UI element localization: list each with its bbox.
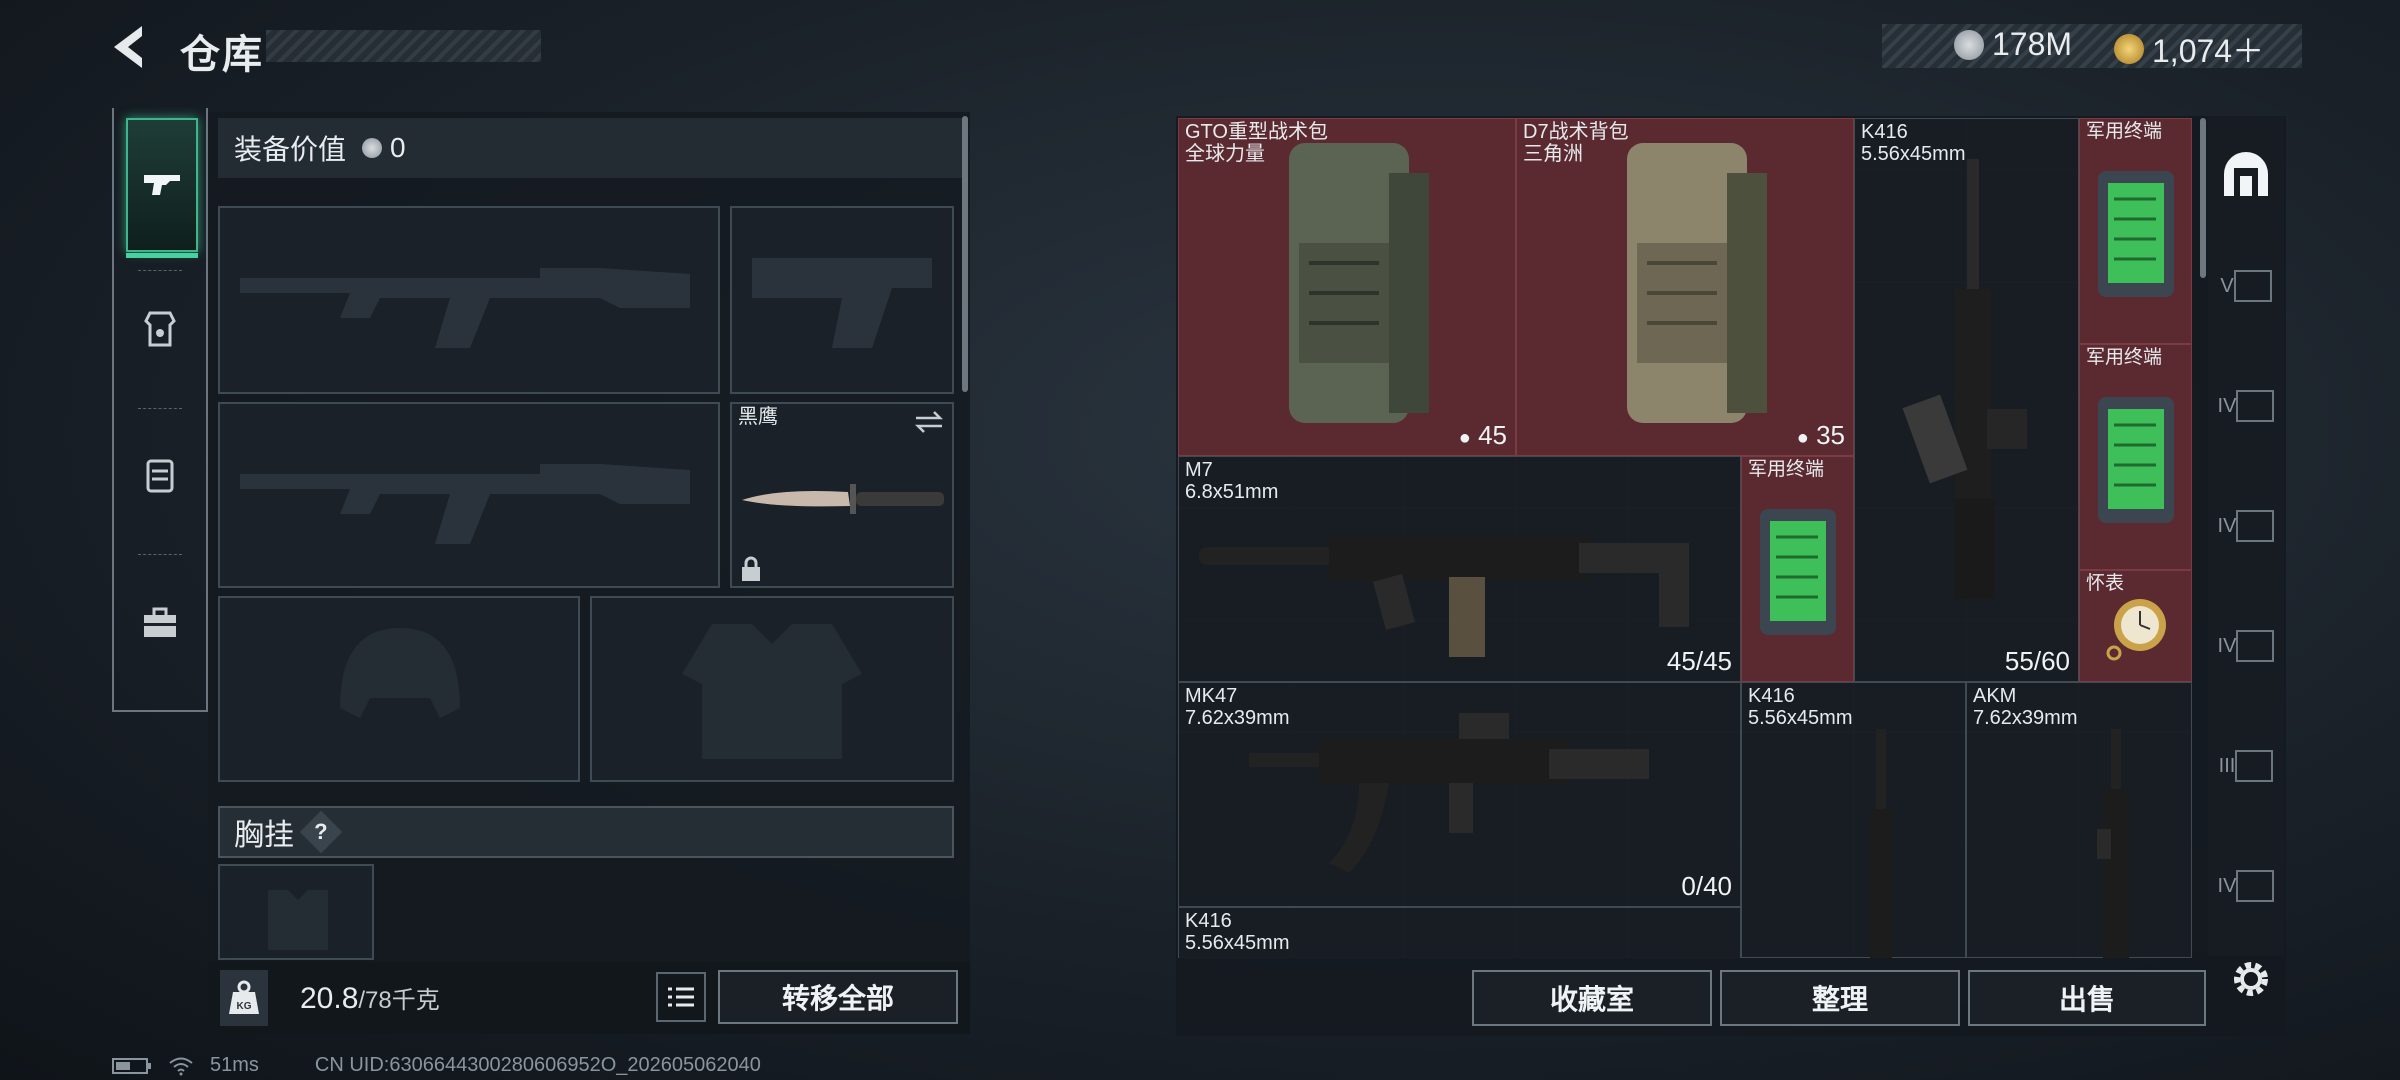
melee-slot[interactable]: 黑鹰 xyxy=(730,402,954,588)
weight-readout: 20.8/78千克 xyxy=(300,982,440,1015)
armor-icon xyxy=(144,311,176,347)
page-title: 仓库 xyxy=(180,33,264,77)
vest-silhouette-icon xyxy=(682,624,862,759)
warehouse-icon xyxy=(2224,152,2268,196)
terminal-item-icon xyxy=(2098,171,2174,297)
pistol-silhouette-icon xyxy=(752,258,932,348)
storage-item[interactable]: M7 6.8x51mm 45/45 xyxy=(1178,456,1741,682)
capacity-count: ● 35 xyxy=(1796,420,1845,450)
rifle-silhouette-icon xyxy=(240,268,690,348)
toolbox-tab[interactable] xyxy=(126,558,194,688)
help-icon[interactable]: ? xyxy=(299,810,343,854)
storage-tab-4[interactable]: IV xyxy=(2216,596,2276,696)
crate-icon xyxy=(2236,630,2275,662)
storage-tab-6[interactable]: IV xyxy=(2216,836,2276,936)
weapon-tab[interactable] xyxy=(126,118,198,258)
crate-icon xyxy=(2235,750,2274,782)
rifle-item-icon xyxy=(2097,729,2129,958)
crate-icon xyxy=(2236,390,2275,422)
organize-button[interactable]: 整理 xyxy=(1720,970,1960,1026)
armor-tab[interactable] xyxy=(126,264,194,394)
storage-item[interactable]: AKM 7.62x39mm xyxy=(1966,682,2192,958)
storage-item[interactable]: K416 5.56x45mm 55/60 xyxy=(1854,118,2079,682)
chest-rig-header: 胸挂 ? xyxy=(218,806,954,858)
toolbox-icon xyxy=(144,607,176,637)
storage-tab-5[interactable]: III xyxy=(2216,716,2276,816)
storage-tab-main[interactable] xyxy=(2216,124,2276,224)
storage-grid: GTO重型战术包 全球力量 ● 45 D7战术背包 三角洲 ● 35 K416 5.5… xyxy=(1178,118,2192,958)
storage-item[interactable]: MK47 7.62x39mm 0/40 xyxy=(1178,682,1741,907)
secondary-weapon-slot[interactable] xyxy=(218,402,720,588)
rifle-item-icon xyxy=(1249,713,1649,873)
chest-rig-slot[interactable] xyxy=(218,864,374,960)
title-decoration xyxy=(266,30,541,62)
storage-item[interactable]: K416 5.56x45mm xyxy=(1741,682,1966,958)
armor-slot[interactable] xyxy=(590,596,954,782)
gold-coin-icon xyxy=(2114,34,2144,64)
storage-item[interactable]: K416 5.56x45mm xyxy=(1178,907,1741,958)
transfer-all-button[interactable]: 转移全部 xyxy=(718,970,958,1024)
storage-tab-2[interactable]: IV xyxy=(2216,356,2276,456)
storage-item[interactable]: D7战术背包 三角洲 ● 35 xyxy=(1516,118,1854,456)
scrollbar[interactable] xyxy=(962,116,968,392)
sell-button[interactable]: 出售 xyxy=(1968,970,2206,1026)
swap-icon[interactable] xyxy=(914,410,944,434)
backpack-icon xyxy=(146,459,174,493)
crate-icon xyxy=(2236,510,2275,542)
pocket-watch-icon xyxy=(2106,599,2166,661)
rifle-item-icon xyxy=(1199,537,1689,657)
backpack-tab[interactable] xyxy=(126,410,194,540)
helmet-silhouette-icon xyxy=(340,628,460,718)
battery-icon xyxy=(112,1057,151,1074)
storage-tabs: V IV IV IV III IV xyxy=(2208,116,2284,956)
scrollbar[interactable] xyxy=(2200,118,2206,278)
crate-icon xyxy=(2233,270,2272,302)
storage-item[interactable]: GTO重型战术包 全球力量 ● 45 xyxy=(1178,118,1516,456)
storage-item[interactable]: 军用终端 xyxy=(1741,456,1854,682)
lock-icon xyxy=(742,556,760,581)
storage-item[interactable]: 军用终端 xyxy=(2079,344,2192,570)
rifle-item-icon xyxy=(1902,159,2027,599)
list-icon xyxy=(668,987,694,1007)
category-tabs xyxy=(112,108,208,712)
capacity-icon: ● xyxy=(1796,427,1809,449)
terminal-item-icon xyxy=(1760,509,1836,635)
silver-currency: 178M xyxy=(1954,26,2072,63)
list-view-button[interactable] xyxy=(656,972,706,1022)
kg-icon: KG xyxy=(220,970,268,1026)
silver-coin-icon xyxy=(1954,29,1984,60)
storage-tab-3[interactable]: IV xyxy=(2216,476,2276,576)
status-bar: 51ms CN UID:6306644300280606952O_2026050… xyxy=(112,1054,761,1077)
equipment-value: 装备价值 0 xyxy=(218,118,962,178)
crate-icon xyxy=(2236,870,2275,902)
terminal-item-icon xyxy=(2098,397,2174,523)
primary-weapon-slot[interactable] xyxy=(218,206,720,394)
rifle-item-icon xyxy=(1870,729,1892,958)
back-button[interactable] xyxy=(108,22,154,72)
settings-gear-icon[interactable] xyxy=(2226,954,2276,1004)
backpack-item-icon xyxy=(1289,143,1429,423)
capacity-icon: ● xyxy=(1458,427,1471,449)
pistol-slot[interactable] xyxy=(730,206,954,394)
backpack-item-icon xyxy=(1627,143,1767,423)
gold-currency: 1,074＋ xyxy=(2114,26,2264,72)
helmet-slot[interactable] xyxy=(218,596,580,782)
wifi-icon xyxy=(169,1057,193,1075)
storage-item[interactable]: 怀表 xyxy=(2079,570,2192,682)
chest-rig-silhouette-icon xyxy=(268,890,328,950)
collection-room-button[interactable]: 收藏室 xyxy=(1472,970,1712,1026)
capacity-count: ● 45 xyxy=(1458,420,1507,450)
rifle-silhouette-icon xyxy=(240,464,690,544)
silver-coin-icon xyxy=(362,138,383,158)
knife-icon xyxy=(742,484,944,514)
storage-tab-1[interactable]: V xyxy=(2216,236,2276,336)
pistol-icon xyxy=(144,175,180,195)
svg-text:KG: KG xyxy=(237,1001,252,1012)
storage-item[interactable]: 军用终端 xyxy=(2079,118,2192,344)
